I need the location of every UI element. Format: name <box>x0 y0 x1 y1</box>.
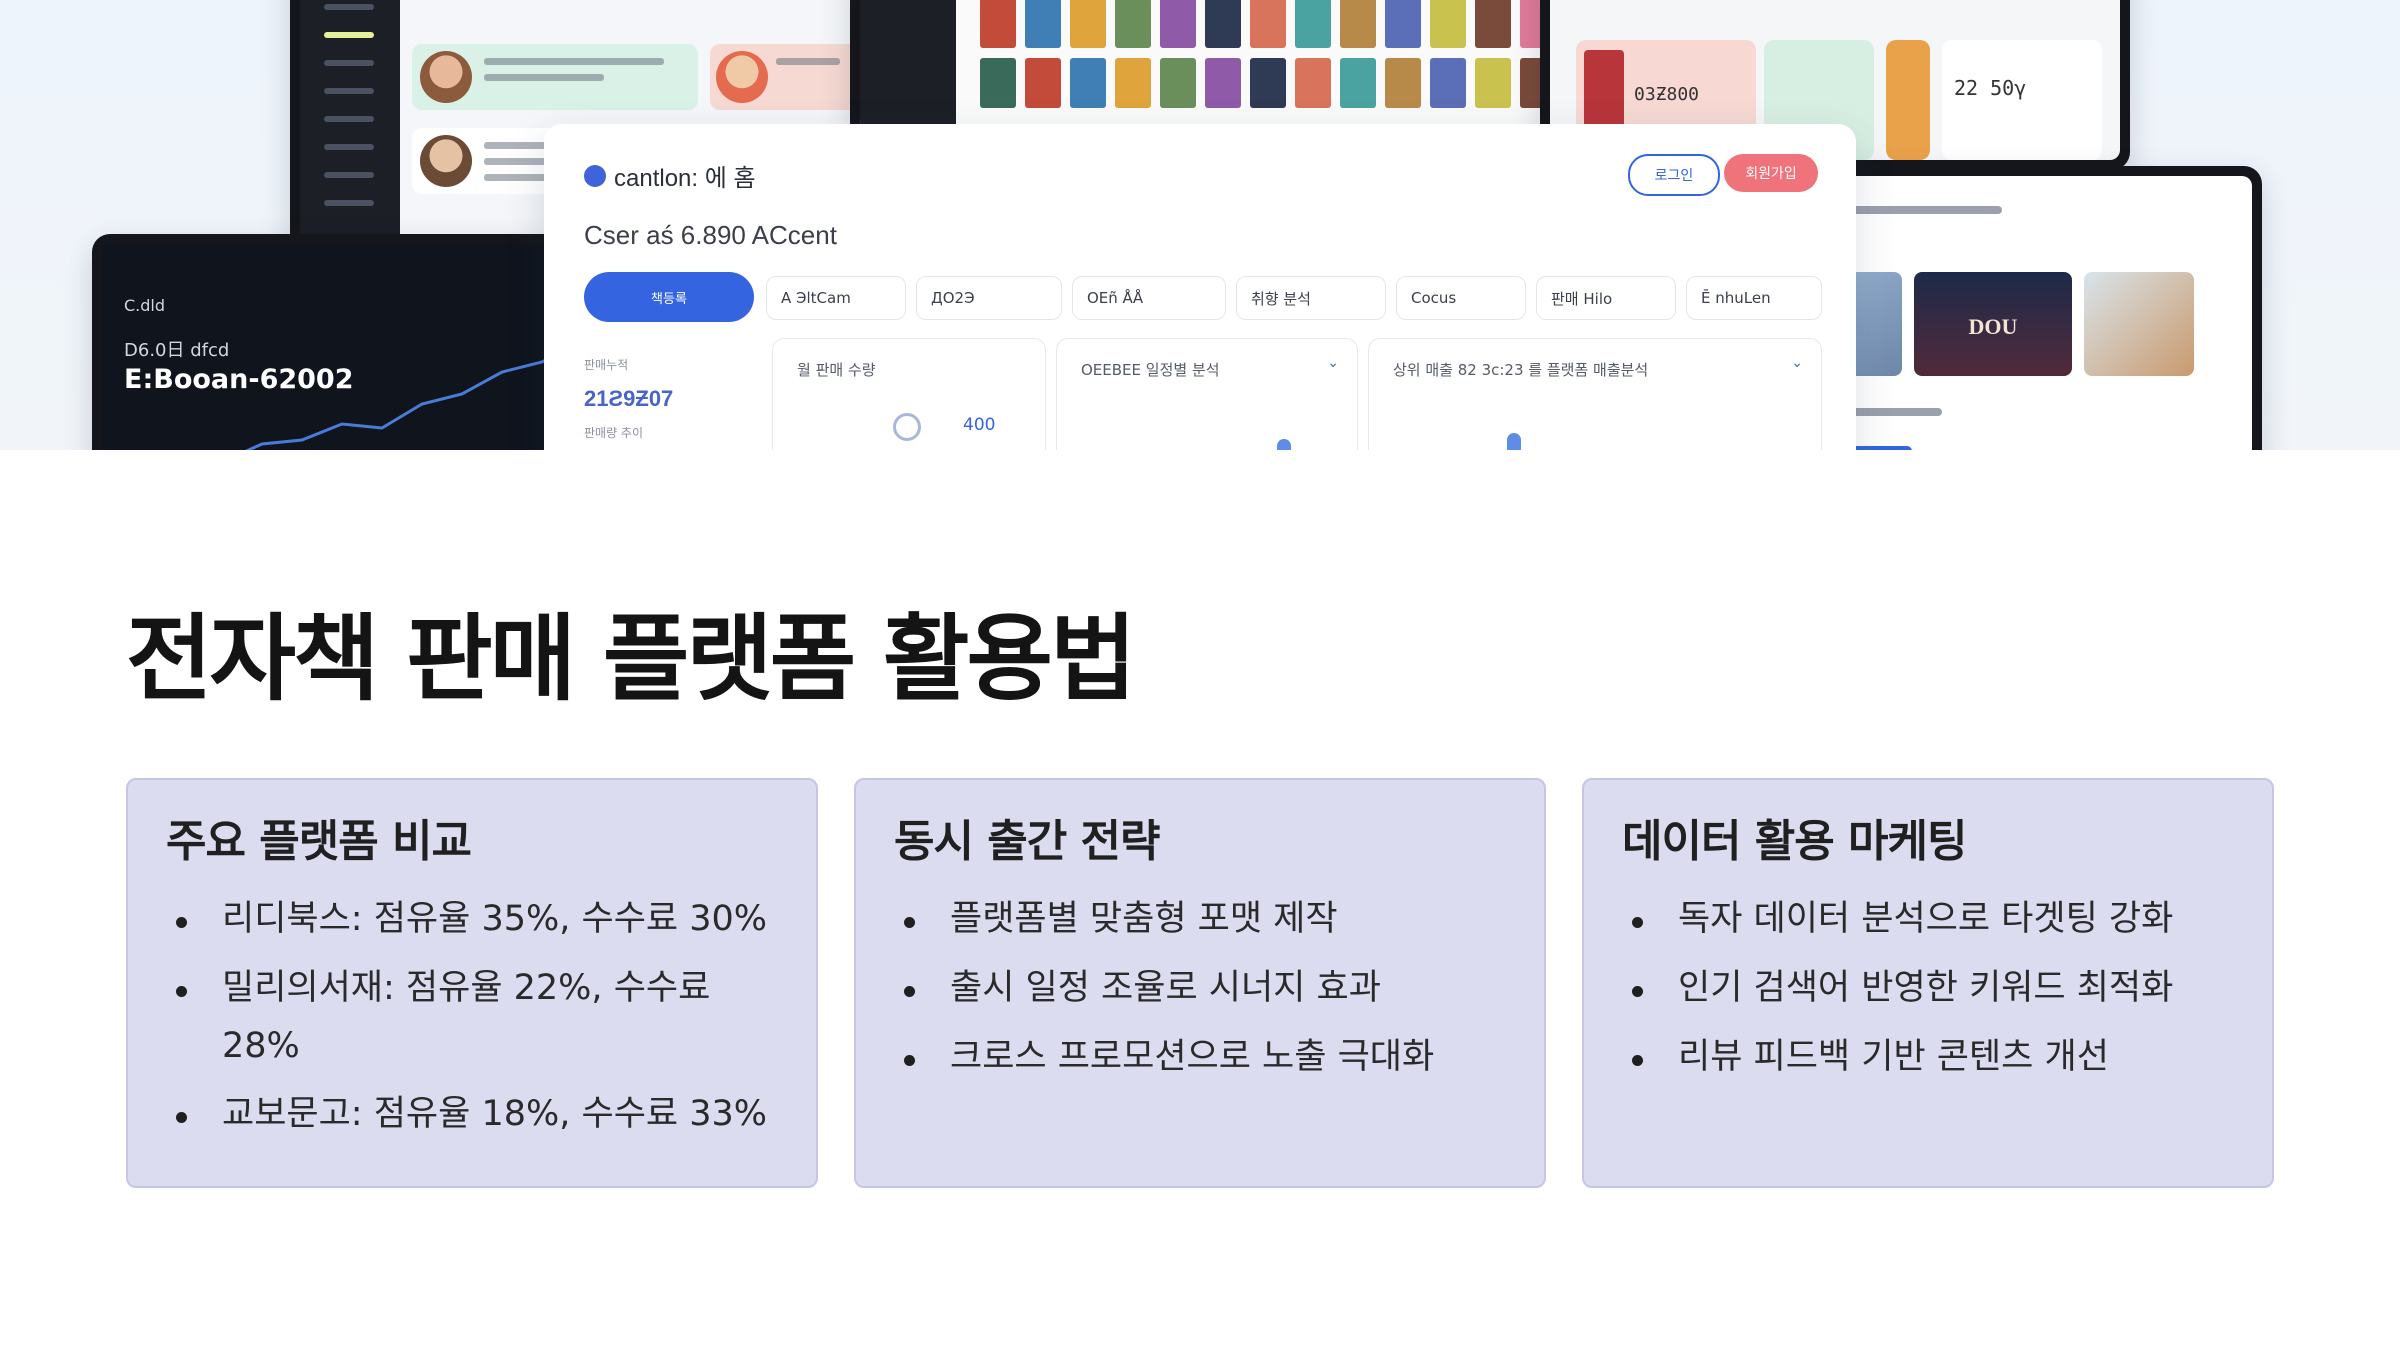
card-heading: 동시 출간 전략 <box>894 816 1161 867</box>
card-data-marketing: 데이터 활용 마케팅 독자 데이터 분석으로 타겟팅 강화 인기 검색어 반영한… <box>1582 778 2274 1188</box>
brand-name: cantlon: 에 홈 <box>614 165 756 192</box>
brand-logo-icon <box>584 164 606 187</box>
book-cover <box>1430 58 1466 108</box>
widget-title: 상위 매출 82 3c:23 를 플랫폼 매출분석 <box>1393 361 1649 379</box>
dashboard-panel: cantlon: 에 홈 로그인 회원가입 Cser aś 6.890 ACce… <box>544 124 1856 450</box>
filter-chip[interactable]: A ЭltCam <box>766 276 906 320</box>
author-card <box>412 44 698 110</box>
sales-card: 22 50γ <box>1942 40 2102 160</box>
filter-chip[interactable]: OEñ ÅÅ <box>1072 276 1226 320</box>
filter-chip[interactable]: Cocus <box>1396 276 1526 320</box>
book-cover <box>980 58 1016 108</box>
book-cover <box>1205 0 1241 48</box>
book-cover <box>1115 58 1151 108</box>
book-cover <box>1160 0 1196 48</box>
widget-title: OEEBEE 일정별 분석 <box>1081 361 1220 379</box>
book-cover <box>1475 58 1511 108</box>
filter-chip[interactable]: ДO2Э <box>916 276 1062 320</box>
card-list: 플랫폼별 맞춤형 포맷 제작 출시 일정 조율로 시너지 효과 크로스 프로모션… <box>894 891 1506 1086</box>
stat-sub-label: 판매량 추이 <box>584 426 644 440</box>
filter-chip[interactable]: 판매 Hilo <box>1536 276 1676 320</box>
book-cover <box>1025 58 1061 108</box>
tablet-line-chart <box>245 332 602 450</box>
book-thumb-title: DOU <box>1968 314 2018 339</box>
dashboard-brand: cantlon: 에 홈 <box>584 158 756 193</box>
book-cover <box>1250 0 1286 48</box>
list-item: 밀리의서재: 점유율 22%, 수수료 28% <box>176 960 778 1076</box>
card-heading: 주요 플랫폼 비교 <box>166 816 472 867</box>
stat-value: 21Ƨ9Ƶ07 <box>584 386 674 411</box>
widget-ring-icon <box>893 413 921 441</box>
book-cover <box>1115 0 1151 48</box>
book-cover <box>1025 0 1061 48</box>
login-button[interactable]: 로그인 <box>1628 154 1720 196</box>
book-cover <box>1430 0 1466 48</box>
tablet-chart: C.dld D6.0日 dfcd E:Booan-62002 <box>92 234 612 450</box>
book-cover <box>1295 0 1331 48</box>
page-title: 전자책 판매 플랫폼 활용법 <box>126 605 1136 714</box>
stat-label: 판매누적 <box>584 358 629 372</box>
book-cover <box>1385 0 1421 48</box>
dashboard-title: Cser aś 6.890 ACcent <box>584 220 837 250</box>
tablet-sidebar <box>300 0 400 250</box>
sales-value: 22 50γ <box>1954 76 2027 100</box>
list-item: 리디북스: 점유율 35%, 수수료 30% <box>176 891 778 949</box>
book-thumb: DOU <box>1914 272 2072 376</box>
book-cover <box>1385 58 1421 108</box>
book-cover <box>1160 58 1196 108</box>
author-card <box>710 44 870 110</box>
chevron-down-icon[interactable]: ⌄ <box>1791 355 1803 371</box>
card-heading: 데이터 활용 마케팅 <box>1622 816 1967 867</box>
book-cover <box>1250 58 1286 108</box>
register-book-button[interactable]: 책등록 <box>584 272 754 322</box>
list-item: 독자 데이터 분석으로 타겟팅 강화 <box>1632 891 2234 949</box>
sales-value: 03Ƶ800 <box>1634 84 1700 105</box>
list-item: 플랫폼별 맞춤형 포맷 제작 <box>904 891 1506 949</box>
filter-chip[interactable]: Ē nhuLen <box>1686 276 1822 320</box>
book-cover <box>1070 0 1106 48</box>
card-list: 독자 데이터 분석으로 타겟팅 강화 인기 검색어 반영한 키워드 최적화 리뷰… <box>1622 891 2234 1086</box>
hero-illustration: 03Ƶ800 22 50γ C.dld D6.0日 dfcd E:Booan-6… <box>0 0 2400 450</box>
book-cover <box>1475 0 1511 48</box>
widget-revenue: 상위 매출 82 3c:23 를 플랫폼 매출분석 ⌄ <box>1368 338 1822 450</box>
list-item: 교보문고: 점유율 18%, 수수료 33% <box>176 1086 778 1144</box>
book-cover <box>1205 58 1241 108</box>
list-item: 리뷰 피드백 기반 콘텐츠 개선 <box>1632 1029 2234 1087</box>
chevron-down-icon[interactable]: ⌄ <box>1327 355 1339 371</box>
list-item: 출시 일정 조율로 시너지 효과 <box>904 960 1506 1018</box>
book-cover <box>1340 0 1376 48</box>
list-item: 크로스 프로모션으로 노출 극대화 <box>904 1029 1506 1087</box>
card-platform-comparison: 주요 플랫폼 비교 리디북스: 점유율 35%, 수수료 30% 밀리의서재: … <box>126 778 818 1188</box>
tablet-book-grid <box>850 0 1570 140</box>
signup-button[interactable]: 회원가입 <box>1724 154 1818 192</box>
widget-title: 월 판매 수량 <box>797 361 876 379</box>
list-item: 인기 검색어 반영한 키워드 최적화 <box>1632 960 2234 1018</box>
widget-monthly: 월 판매 수량 400 <box>772 338 1046 450</box>
tablet-featured: DOU <box>1812 166 2262 450</box>
book-cover <box>1340 58 1376 108</box>
widget-schedule: OEEBEE 일정별 분석 ⌄ <box>1056 338 1358 450</box>
book-cover <box>1295 58 1331 108</box>
book-cover <box>980 0 1016 48</box>
widget-value: 400 <box>963 415 996 435</box>
card-list: 리디북스: 점유율 35%, 수수료 30% 밀리의서재: 점유율 22%, 수… <box>166 891 778 1144</box>
filter-chip[interactable]: 취향 분석 <box>1236 276 1386 320</box>
book-thumb <box>2084 272 2194 376</box>
book-cover <box>1886 40 1930 160</box>
book-cover <box>1070 58 1106 108</box>
card-simultaneous-release: 동시 출간 전략 플랫폼별 맞춤형 포맷 제작 출시 일정 조율로 시너지 효과… <box>854 778 1546 1188</box>
